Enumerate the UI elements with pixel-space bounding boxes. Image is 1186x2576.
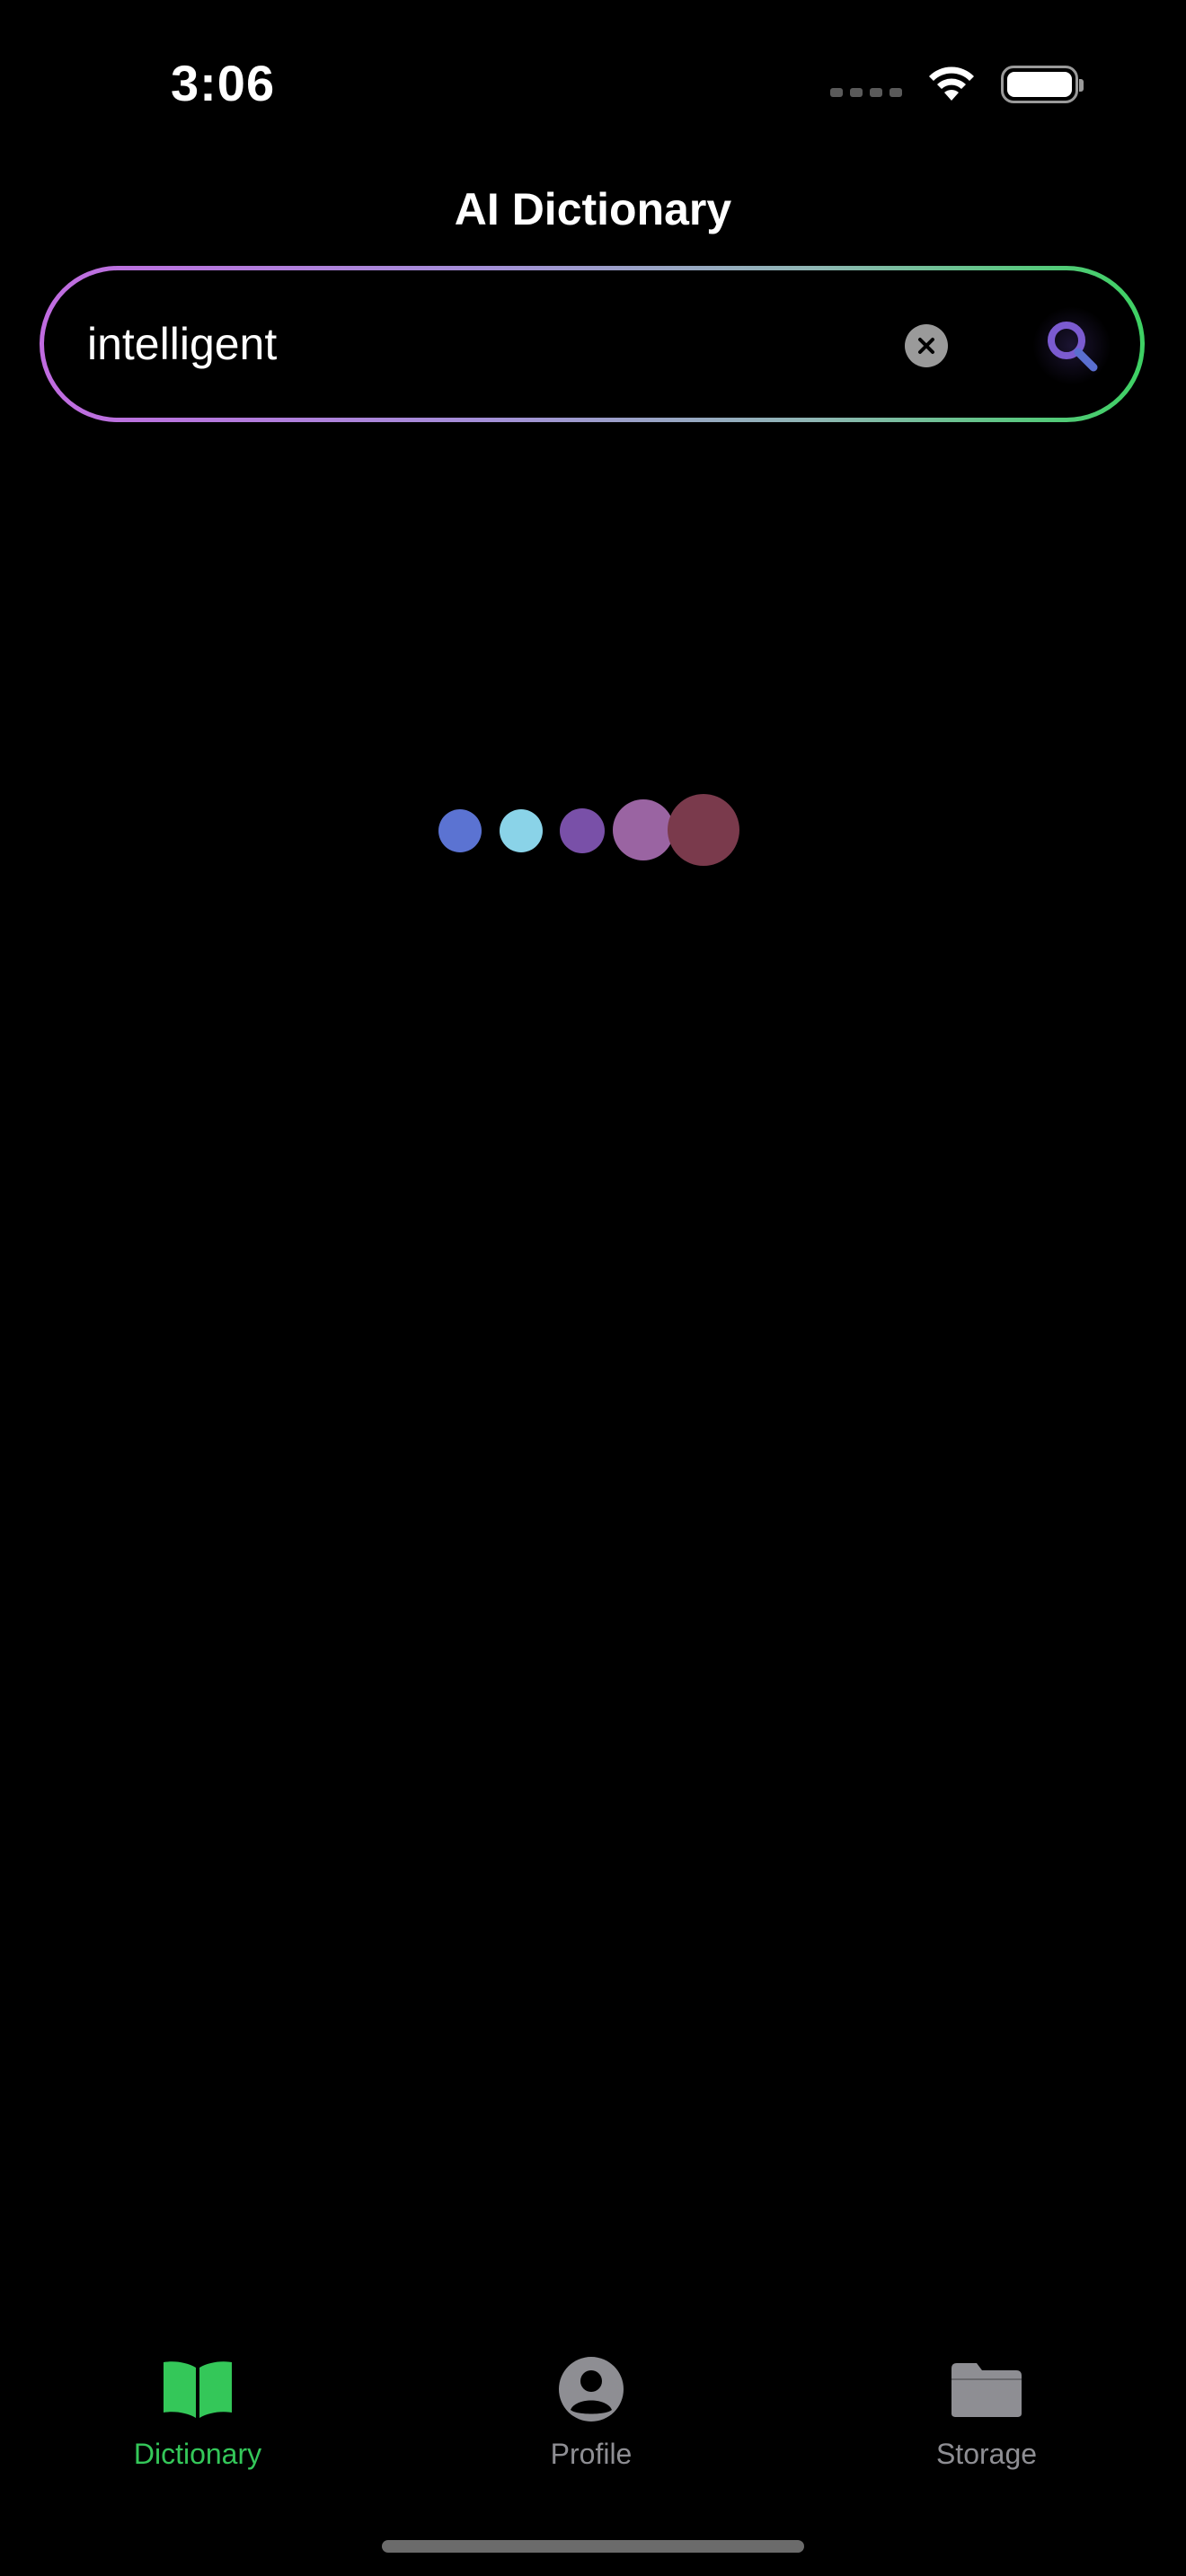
wifi-icon (929, 66, 974, 101)
tab-label: Profile (550, 2438, 633, 2470)
search-input[interactable] (87, 270, 878, 418)
page-title: AI Dictionary (454, 184, 732, 234)
tab-dictionary[interactable]: Dictionary (63, 2353, 332, 2471)
loading-dot (668, 794, 739, 866)
loading-dot (438, 809, 482, 852)
book-icon (164, 2361, 232, 2418)
status-icons (830, 65, 1084, 104)
cellular-signal-icon (830, 88, 902, 97)
tab-bar: Dictionary Profile Storage (0, 2353, 1186, 2497)
battery-icon (1001, 66, 1084, 103)
status-time: 3:06 (171, 55, 276, 111)
loading-dot (613, 799, 674, 860)
loading-dot (560, 808, 605, 853)
search-bar-inner (44, 270, 1140, 418)
search-button[interactable] (1032, 306, 1111, 385)
home-indicator[interactable] (382, 2540, 804, 2553)
loading-dot (500, 809, 543, 852)
tab-profile[interactable]: Profile (456, 2353, 726, 2471)
tab-label: Storage (935, 2438, 1038, 2470)
clear-search-button[interactable] (905, 324, 948, 367)
tab-label: Dictionary (133, 2438, 262, 2470)
clear-x-icon (918, 338, 934, 354)
magnifying-glass-icon (1048, 322, 1098, 372)
search-bar (40, 266, 1145, 422)
folder-icon (951, 2363, 1022, 2417)
person-icon (559, 2357, 624, 2422)
tab-storage[interactable]: Storage (852, 2353, 1121, 2471)
